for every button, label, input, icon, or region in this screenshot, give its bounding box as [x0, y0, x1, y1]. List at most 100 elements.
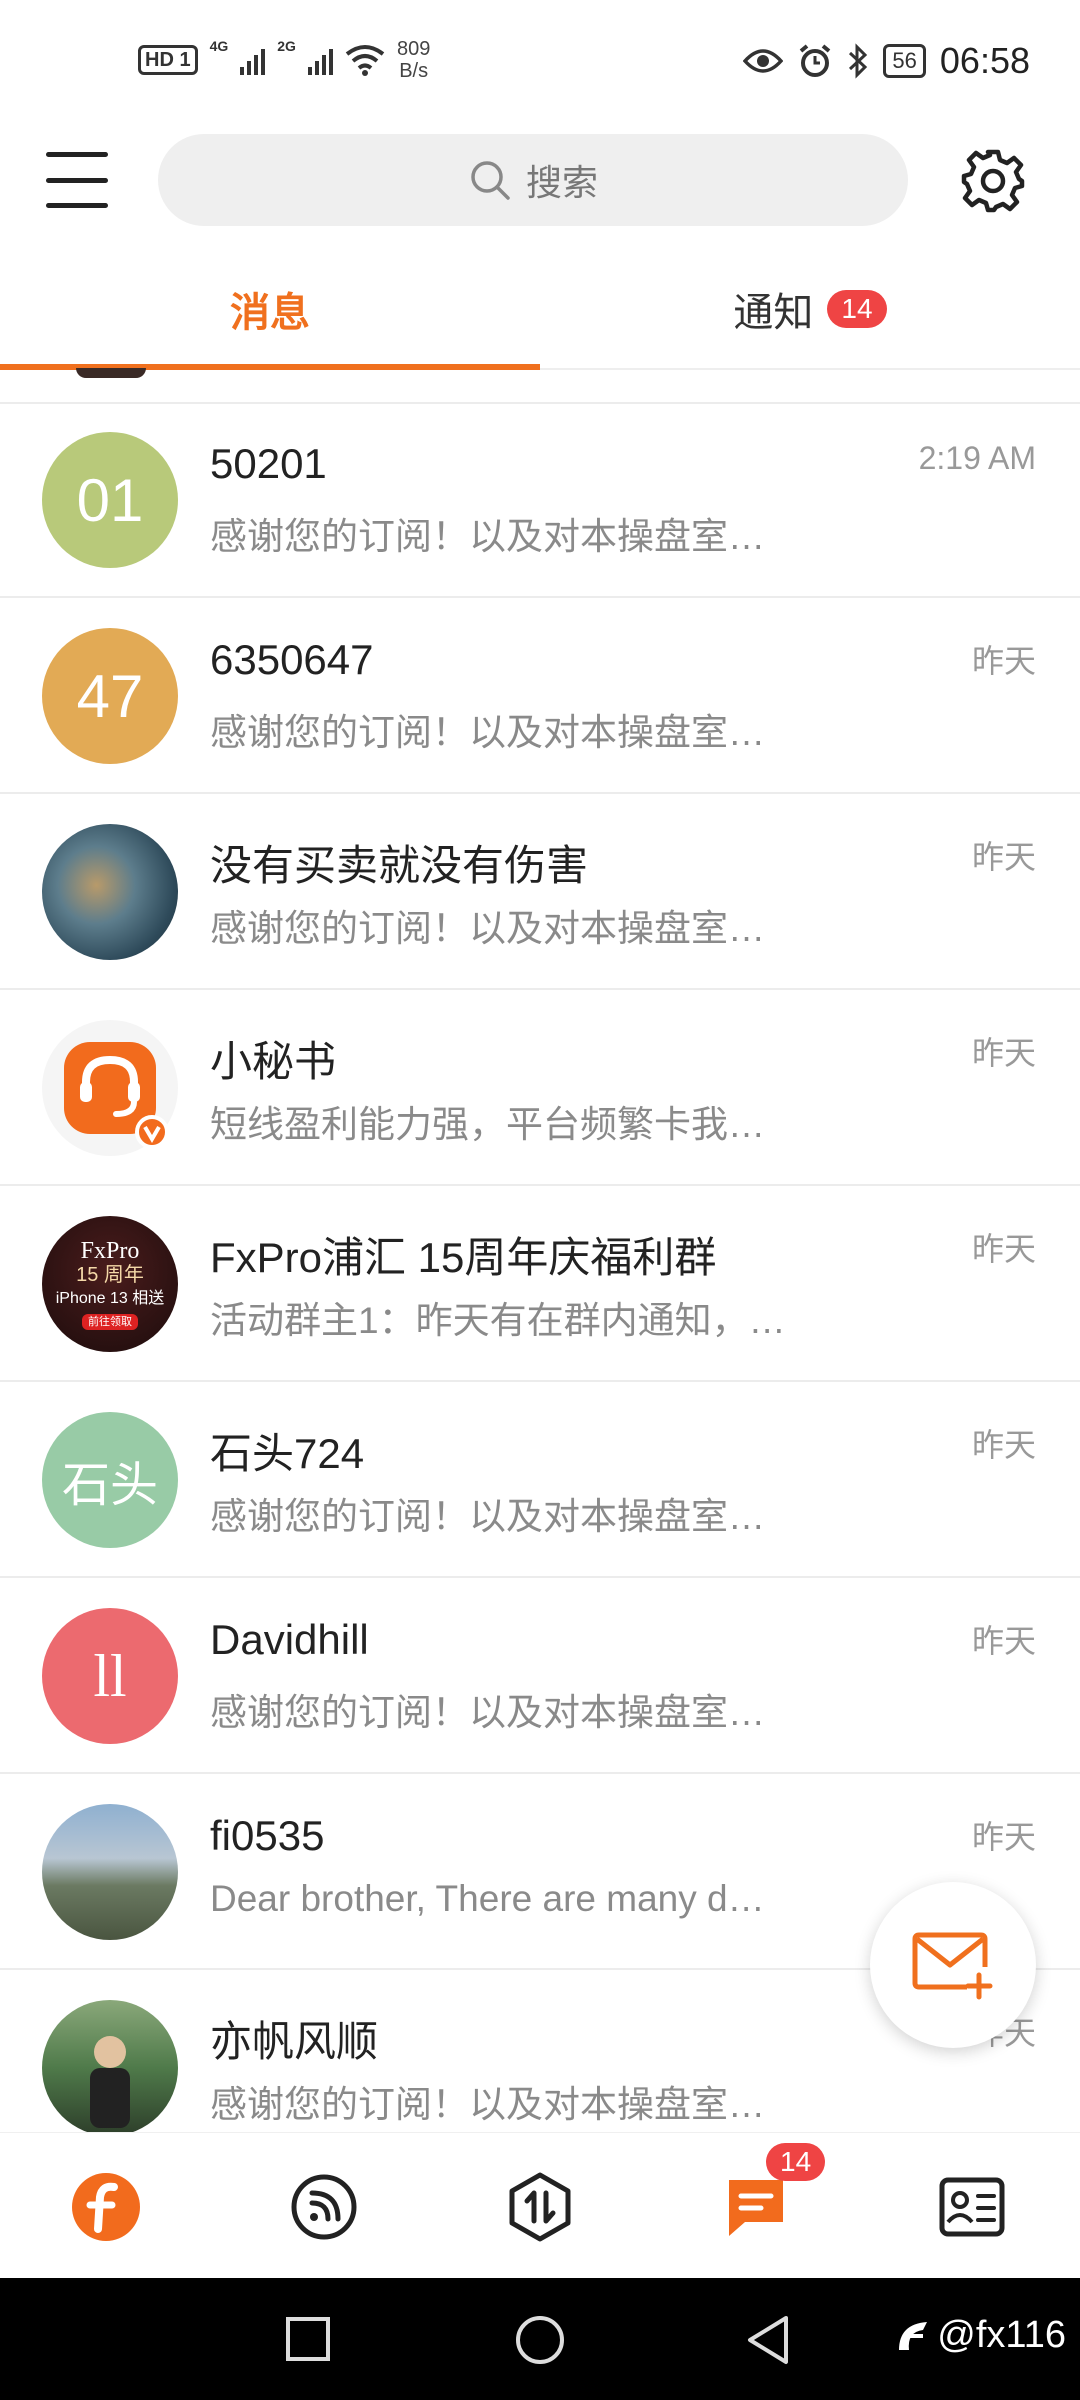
- avatar: 石头: [42, 1412, 178, 1548]
- avatar-text: 石头: [61, 1459, 158, 1512]
- nav-feed[interactable]: [288, 2171, 360, 2243]
- nav-profile[interactable]: [936, 2171, 1008, 2243]
- network-speed: 809 B/s: [397, 38, 430, 82]
- status-right: 56 06:58: [743, 40, 1030, 82]
- avatar: [42, 1020, 178, 1156]
- avatar-promo: iPhone 13 相送: [55, 1289, 165, 1307]
- recents-icon[interactable]: [285, 2316, 331, 2362]
- gear-icon[interactable]: [960, 148, 1026, 214]
- conversation-name: 50201: [210, 440, 327, 487]
- messages-badge: 14: [766, 2143, 826, 2181]
- conversation-preview: 感谢您的订阅！以及对本操盘室…: [210, 2084, 765, 2125]
- notifications-badge: 14: [827, 290, 887, 328]
- chat-bubble-icon: [729, 2180, 783, 2236]
- avatar-text: 47: [76, 662, 144, 730]
- conversation-item[interactable]: 小秘书 短线盈利能力强，平台频繁卡我… 昨天: [0, 990, 1080, 1186]
- tab-notifications[interactable]: 通知 14: [540, 250, 1080, 368]
- conversation-preview: 感谢您的订阅！以及对本操盘室…: [210, 908, 765, 949]
- conversation-time: 昨天: [971, 1427, 1036, 1463]
- bottom-navigation: 14: [0, 2132, 1080, 2279]
- conversation-preview: 活动群主1：昨天有在群内通知，…: [210, 1300, 786, 1341]
- person-photo: [90, 2036, 130, 2128]
- avatar: FxPro 15 周年 iPhone 13 相送 前往领取: [42, 1216, 178, 1352]
- conversation-item[interactable]: 47 6350647 感谢您的订阅！以及对本操盘室… 昨天: [0, 598, 1080, 794]
- sim-label: 1: [179, 49, 191, 71]
- conversation-time: 昨天: [971, 1231, 1036, 1267]
- network-4g-label: 4G: [209, 38, 229, 54]
- conversation-preview: Dear brother, There are many d…: [210, 1878, 765, 1919]
- tab-messages[interactable]: 消息: [0, 250, 540, 368]
- watermark: @fx116: [893, 2314, 1066, 2357]
- conversation-preview: 感谢您的订阅！以及对本操盘室…: [210, 516, 765, 557]
- speed-unit: B/s: [399, 60, 429, 82]
- conversation-time: 昨天: [971, 1819, 1036, 1855]
- avatar-text: 01: [76, 466, 144, 534]
- system-navigation-bar: @fx116: [0, 2278, 1080, 2400]
- conversation-name: 6350647: [210, 636, 374, 683]
- watermark-text: @fx116: [937, 2314, 1066, 2356]
- partial-list-item: [0, 368, 1080, 404]
- nav-messages[interactable]: [720, 2171, 792, 2243]
- conversation-name: 小秘书: [210, 1038, 337, 1085]
- signal-icon-2: [307, 45, 333, 75]
- battery-icon: 56: [883, 44, 926, 78]
- search-placeholder: 搜索: [525, 162, 598, 203]
- clock: 06:58: [939, 40, 1030, 81]
- conversation-item[interactable]: FxPro 15 周年 iPhone 13 相送 前往领取 FxPro浦汇 15…: [0, 1186, 1080, 1382]
- signal-icon: [240, 45, 266, 75]
- nav-trade[interactable]: [504, 2171, 576, 2243]
- avatar: [42, 1804, 178, 1940]
- search-bar[interactable]: 搜索: [158, 134, 908, 226]
- conversation-time: 昨天: [971, 1623, 1036, 1659]
- avatar-anniversary: 15 周年: [76, 1263, 144, 1286]
- conversation-time: 昨天: [971, 839, 1036, 875]
- conversation-item[interactable]: 没有买卖就没有伤害 感谢您的订阅！以及对本操盘室… 昨天: [0, 794, 1080, 990]
- conversation-name: Davidhill: [210, 1616, 369, 1663]
- home-icon[interactable]: [514, 2314, 566, 2366]
- conversation-preview: 感谢您的订阅！以及对本操盘室…: [210, 1496, 765, 1537]
- conversation-time: 昨天: [971, 643, 1036, 679]
- app-header: 搜索: [0, 130, 1080, 230]
- status-bar: HD 1 4G 2G 809 B/s 56 06:58: [0, 0, 1080, 130]
- wifi-icon: [345, 45, 385, 76]
- feed-icon: [291, 2174, 357, 2240]
- search-icon: [471, 161, 510, 200]
- tab-notifications-label: 通知: [733, 291, 814, 335]
- avatar: [42, 2000, 178, 2136]
- tab-messages-label: 消息: [230, 291, 310, 335]
- bluetooth-icon: [849, 43, 868, 79]
- conversation-name: FxPro浦汇 15周年庆福利群: [210, 1234, 717, 1281]
- battery-level: 56: [892, 48, 917, 73]
- status-left: HD 1 4G 2G 809 B/s: [138, 38, 430, 82]
- conversation-item[interactable]: 01 50201 感谢您的订阅！以及对本操盘室… 2:19 AM: [0, 402, 1080, 598]
- conversation-item[interactable]: ll Davidhill 感谢您的订阅！以及对本操盘室… 昨天: [0, 1578, 1080, 1774]
- profile-card-icon: [939, 2177, 1005, 2237]
- network-2g-label: 2G: [277, 38, 296, 54]
- alarm-icon: [800, 44, 831, 77]
- avatar-brand: FxPro: [80, 1237, 140, 1264]
- conversation-name: fi0535: [210, 1812, 325, 1859]
- compose-mail-icon: [912, 1932, 993, 2000]
- back-icon[interactable]: [744, 2314, 792, 2366]
- conversation-preview: 感谢您的订阅！以及对本操盘室…: [210, 1692, 765, 1733]
- conversation-name: 石头724: [210, 1430, 365, 1477]
- customer-service-icon: [64, 1042, 169, 1149]
- conversation-name: 没有买卖就没有伤害: [210, 842, 589, 889]
- avatar: 01: [42, 432, 178, 568]
- avatar: [42, 824, 178, 960]
- speed-value: 809: [396, 38, 431, 60]
- menu-icon[interactable]: [46, 152, 108, 208]
- watermark-logo-icon: [899, 2321, 928, 2350]
- avatar-text: ll: [93, 1642, 127, 1709]
- conversation-preview: 感谢您的订阅！以及对本操盘室…: [210, 712, 765, 753]
- conversation-item[interactable]: 石头 石头724 感谢您的订阅！以及对本操盘室… 昨天: [0, 1382, 1080, 1578]
- hd-icon: HD 1: [138, 45, 198, 75]
- conversation-time: 昨天: [971, 1035, 1036, 1071]
- tab-bar: 消息 通知 14: [0, 250, 1080, 370]
- app-logo-icon: [72, 2173, 140, 2241]
- trade-icon: [509, 2172, 571, 2242]
- compose-button[interactable]: [870, 1882, 1036, 2048]
- conversation-preview: 短线盈利能力强，平台频繁卡我…: [210, 1104, 765, 1145]
- nav-home[interactable]: [70, 2171, 142, 2243]
- conversation-name: 亦帆风顺: [210, 2018, 379, 2065]
